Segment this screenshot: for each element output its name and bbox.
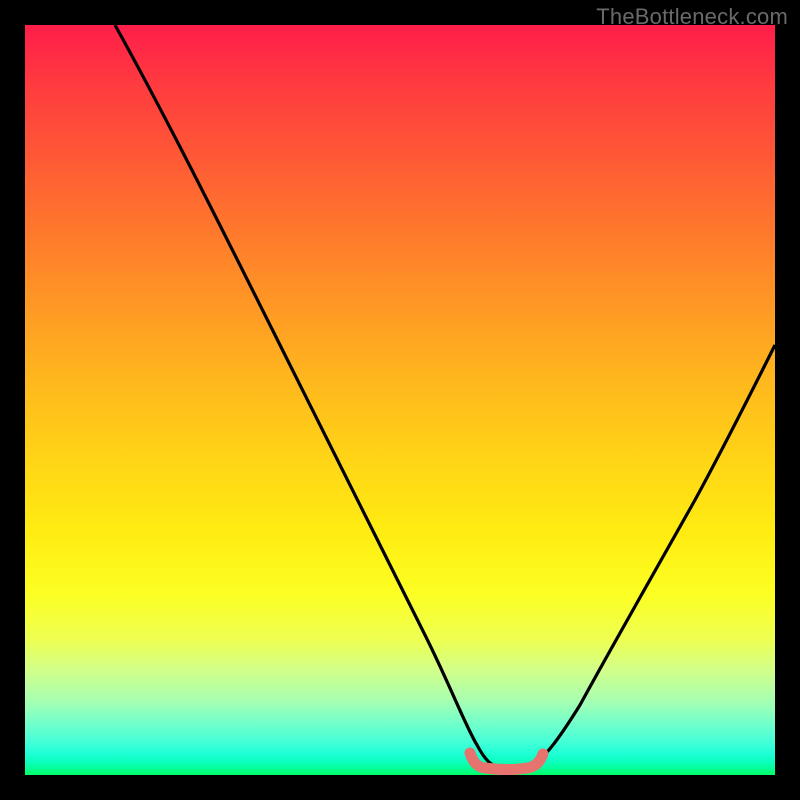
watermark-text: TheBottleneck.com xyxy=(596,4,788,30)
trough-highlight-path xyxy=(470,753,543,770)
curve-svg xyxy=(25,25,775,775)
plot-area xyxy=(25,25,775,775)
main-curve-path xyxy=(115,25,775,767)
chart-frame: TheBottleneck.com xyxy=(0,0,800,800)
